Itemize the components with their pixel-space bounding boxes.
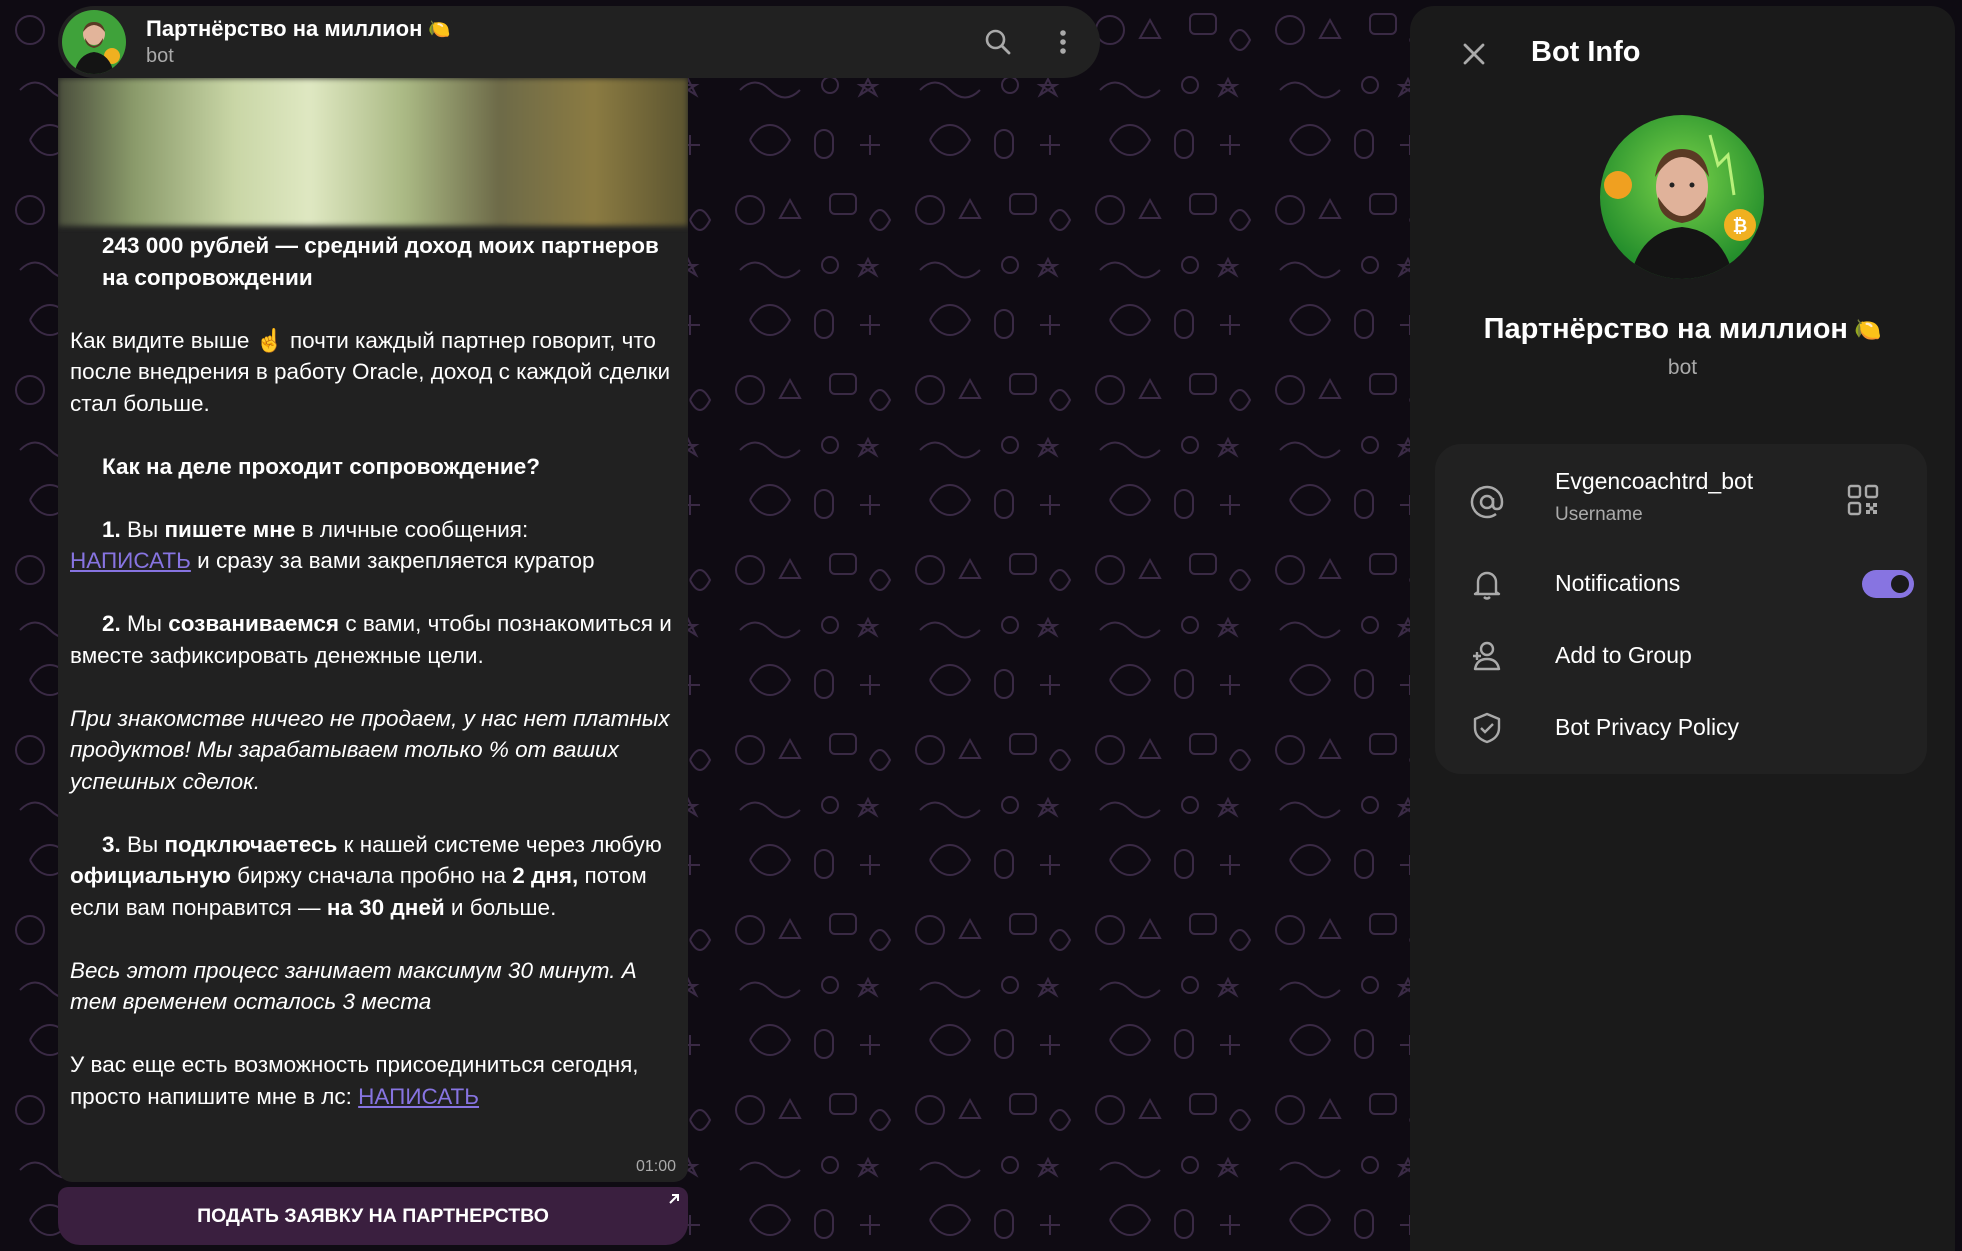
privacy-policy-label: Bot Privacy Policy [1555, 714, 1740, 740]
msg-step-3: 3. Вы подключаетесь к нашей системе чере… [70, 831, 662, 920]
svg-text:₿: ₿ [1733, 216, 1748, 236]
external-link-arrow-icon [669, 1194, 679, 1204]
msg-paragraph-duration: Весь этот процесс занимает максимум 30 м… [70, 957, 637, 1015]
profile-avatar[interactable]: ₿ [1600, 115, 1764, 279]
info-card: Evgencoachtrd_bot Username Notifications… [1435, 444, 1927, 774]
shield-check-icon [1467, 708, 1507, 748]
pointing-up-emoji: ☝️ [255, 327, 284, 353]
msg-paragraph-intro: Как видите выше ☝️ почти каждый партнер … [70, 327, 671, 416]
panel-title: Bot Info [1531, 36, 1641, 68]
add-user-icon [1467, 636, 1507, 676]
qr-code-icon [1847, 484, 1879, 516]
chat-header[interactable]: Партнёрство на миллион 🍋 bot [58, 6, 1100, 78]
search-icon [985, 29, 1011, 55]
msg-paragraph-income: 243 000 рублей — средний доход моих парт… [102, 233, 659, 290]
message-bubble[interactable]: 243 000 рублей — средний доход моих парт… [58, 78, 688, 1182]
search-button[interactable] [978, 22, 1018, 62]
notifications-toggle[interactable] [1862, 570, 1914, 598]
telegram-window: Партнёрство на миллион 🍋 bot 243 000 руб… [0, 0, 1962, 1251]
msg-paragraph-note: При знакомстве ничего не продаем, у нас … [70, 705, 670, 794]
lemon-emoji: 🍋 [1853, 316, 1882, 342]
profile-name: Партнёрство на миллион 🍋 [1410, 313, 1955, 346]
bot-avatar[interactable] [62, 10, 126, 74]
close-button[interactable] [1450, 30, 1498, 78]
bot-info-panel: Bot Info ₿ Партнёрство на миллион 🍋 bot … [1410, 6, 1955, 1251]
bell-icon [1467, 564, 1507, 604]
chat-title-text: Партнёрство на миллион [146, 16, 423, 41]
write-link-2[interactable]: НАПИСАТЬ [358, 1084, 479, 1109]
chat-subtitle: bot [146, 45, 174, 67]
msg-paragraph-question: Как на деле проходит сопровождение? [102, 453, 540, 479]
apply-partnership-label: ПОДАТЬ ЗАЯВКУ НА ПАРТНЕРСТВО [197, 1204, 549, 1227]
message-text: 243 000 рублей — средний доход моих парт… [70, 230, 680, 1112]
more-options-button[interactable] [1043, 22, 1083, 62]
apply-partnership-button[interactable]: ПОДАТЬ ЗАЯВКУ НА ПАРТНЕРСТВО [58, 1187, 688, 1245]
more-vertical-icon [1060, 30, 1066, 54]
notifications-row[interactable]: Notifications [1435, 554, 1927, 614]
msg-step-1: 1. Вы пишете мне в личные сообщения: НАП… [70, 516, 595, 574]
notifications-label: Notifications [1555, 570, 1681, 596]
add-to-group-label: Add to Group [1555, 642, 1692, 668]
add-to-group-row[interactable]: Add to Group [1435, 626, 1927, 686]
profile-name-text: Партнёрство на миллион [1483, 313, 1848, 345]
write-link-1[interactable]: НАПИСАТЬ [70, 548, 191, 573]
username-row[interactable]: Evgencoachtrd_bot Username [1435, 458, 1927, 544]
close-icon [1463, 43, 1485, 65]
at-icon [1467, 482, 1507, 522]
msg-step-2: 2. Мы созваниваемся с вами, чтобы познак… [70, 611, 672, 668]
profile-subtitle: bot [1667, 356, 1698, 379]
username-label: Username [1555, 504, 1643, 525]
chat-title: Партнёрство на миллион 🍋 [146, 16, 451, 42]
msg-paragraph-cta: У вас еще есть возможность присоединитьс… [70, 1052, 639, 1109]
message-time: 01:00 [635, 1158, 676, 1175]
qr-code-button[interactable] [1845, 482, 1885, 522]
toggle-knob [1888, 572, 1912, 596]
username-value: Evgencoachtrd_bot [1555, 468, 1754, 494]
privacy-policy-row[interactable]: Bot Privacy Policy [1435, 698, 1927, 758]
message-media-blurred[interactable] [58, 78, 688, 226]
lemon-emoji: 🍋 [428, 18, 451, 39]
